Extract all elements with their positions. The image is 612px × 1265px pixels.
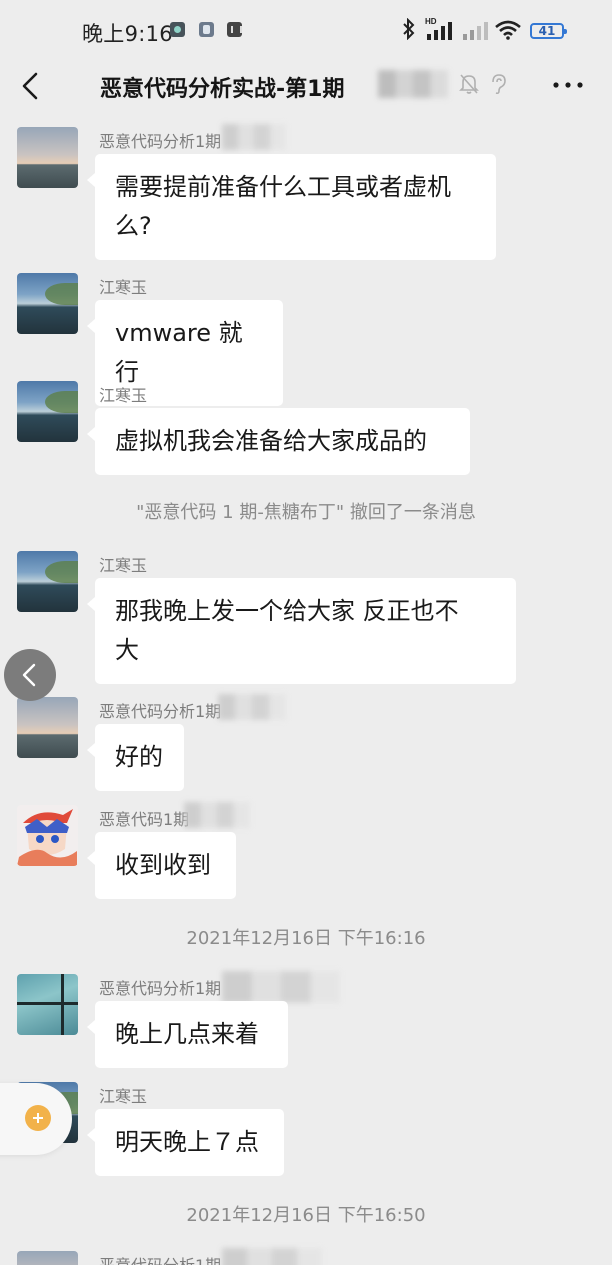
timestamp: 2021年12月16日 下午16:16 [186,928,426,949]
message-text-line: 大 [115,636,139,664]
avatar[interactable] [17,273,78,334]
chevron-left-icon [22,72,38,100]
hd-badge: HD [425,17,437,26]
back-button[interactable] [16,68,46,104]
message-text-line: 虚拟机我会准备给大家成品的 [115,427,427,455]
mute-bell-icon [459,74,479,94]
wifi-icon [495,20,521,40]
message-text-line: 那我晚上发一个给大家 反正也不 [115,597,459,625]
sender-name: 江寒玉 [99,1087,148,1106]
name-redaction [222,1248,322,1265]
more-dots-icon [553,82,583,88]
message-text-line: 晚上几点来着 [115,1020,259,1048]
signal-hd-icon: HD [425,17,452,40]
message-text-line: 收到收到 [115,851,211,879]
avatar[interactable] [17,697,78,758]
anime-avatar-image [17,809,77,866]
message-text-line: 明天晚上７点 [115,1128,259,1156]
bluetooth-icon [403,18,415,40]
message-bubble[interactable]: 好的 [87,724,184,791]
sender-name: 恶意代码分析1期 [99,1252,221,1265]
sender-name: 江寒玉 [99,278,148,297]
notification-app-icon [199,22,214,37]
avatar[interactable] [17,381,78,442]
message-bubble[interactable]: 晚上几点来着 [87,1001,288,1068]
chevron-left-icon [22,663,36,687]
floating-ball-icon[interactable] [25,1105,51,1131]
earpiece-icon [492,74,506,95]
avatar[interactable] [17,805,78,866]
name-redaction [184,802,250,828]
message-bubble[interactable]: 需要提前准备什么工具或者虚机 么? [87,154,496,260]
chat-header: 恶意代码分析实战-第1期 [0,60,612,116]
recall-notice: "恶意代码 1 期-焦糖布丁" 撤回了一条消息 [136,502,476,523]
sender-name: 江寒玉 [99,556,148,575]
name-redaction [218,694,286,720]
message-bubble[interactable]: 收到收到 [87,832,236,899]
name-redaction [222,124,286,150]
avatar[interactable] [17,127,78,188]
message-text-line: 么? [115,212,152,240]
more-button[interactable] [550,72,586,98]
avatar[interactable] [17,1251,78,1265]
sender-name: 恶意代码分析1期 [99,132,222,151]
battery-indicator: 41 [530,23,567,39]
message-bubble[interactable]: 那我晚上发一个给大家 反正也不 大 [87,578,516,684]
avatar[interactable] [17,551,78,612]
notification-app-icon [170,22,185,37]
message-text-line: vmware 就行 [115,319,243,386]
sender-name: 恶意代码1期 [99,810,190,829]
status-time: 晚上9:16 [82,22,173,46]
message-bubble[interactable]: 虚拟机我会准备给大家成品的 [87,408,470,475]
signal-icon [463,22,488,40]
timestamp: 2021年12月16日 下午16:50 [186,1205,426,1226]
floating-collapse-button[interactable] [4,649,56,701]
status-bar: 晚上9:16 HD 41 [0,0,612,60]
avatar[interactable] [17,974,78,1035]
message-text-line: 好的 [115,743,163,771]
title-redaction [378,70,448,98]
sender-name: 恶意代码分析1期 [99,702,222,721]
sender-name: 江寒玉 [99,386,148,405]
notification-app-icon [227,22,242,37]
sender-name: 恶意代码分析1期 [99,979,222,998]
chat-screen: 晚上9:16 HD 41 恶意代码分析实战-第1期 恶意代码分析1期 需要提前准… [0,0,612,1265]
chat-title: 恶意代码分析实战-第1期 [100,77,345,102]
name-redaction [222,971,340,1003]
message-text-line: 需要提前准备什么工具或者虚机 [115,173,451,201]
message-bubble[interactable]: 明天晚上７点 [87,1109,284,1176]
